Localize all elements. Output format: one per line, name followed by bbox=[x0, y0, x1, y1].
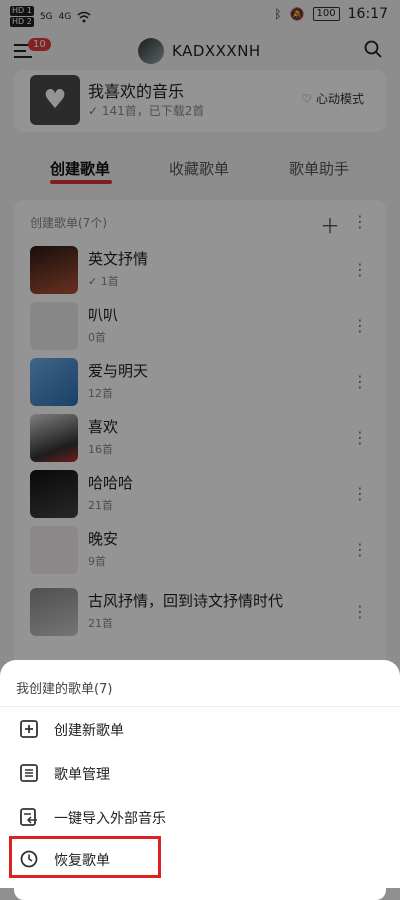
sheet-title: 我创建的歌单(7) bbox=[16, 682, 113, 697]
option-label: 歌单管理 bbox=[54, 767, 110, 783]
create-playlist-option[interactable]: 创建新歌单 bbox=[0, 710, 400, 752]
option-label: 创建新歌单 bbox=[54, 723, 124, 739]
sheet-divider bbox=[0, 706, 400, 707]
import-music-option[interactable]: 一键导入外部音乐 bbox=[0, 798, 400, 840]
list-icon bbox=[20, 764, 38, 782]
option-label: 一键导入外部音乐 bbox=[54, 811, 166, 827]
import-icon bbox=[20, 808, 37, 826]
manage-playlist-option[interactable]: 歌单管理 bbox=[0, 754, 400, 796]
plus-square-icon bbox=[20, 720, 38, 738]
restore-highlight-box bbox=[9, 836, 161, 878]
